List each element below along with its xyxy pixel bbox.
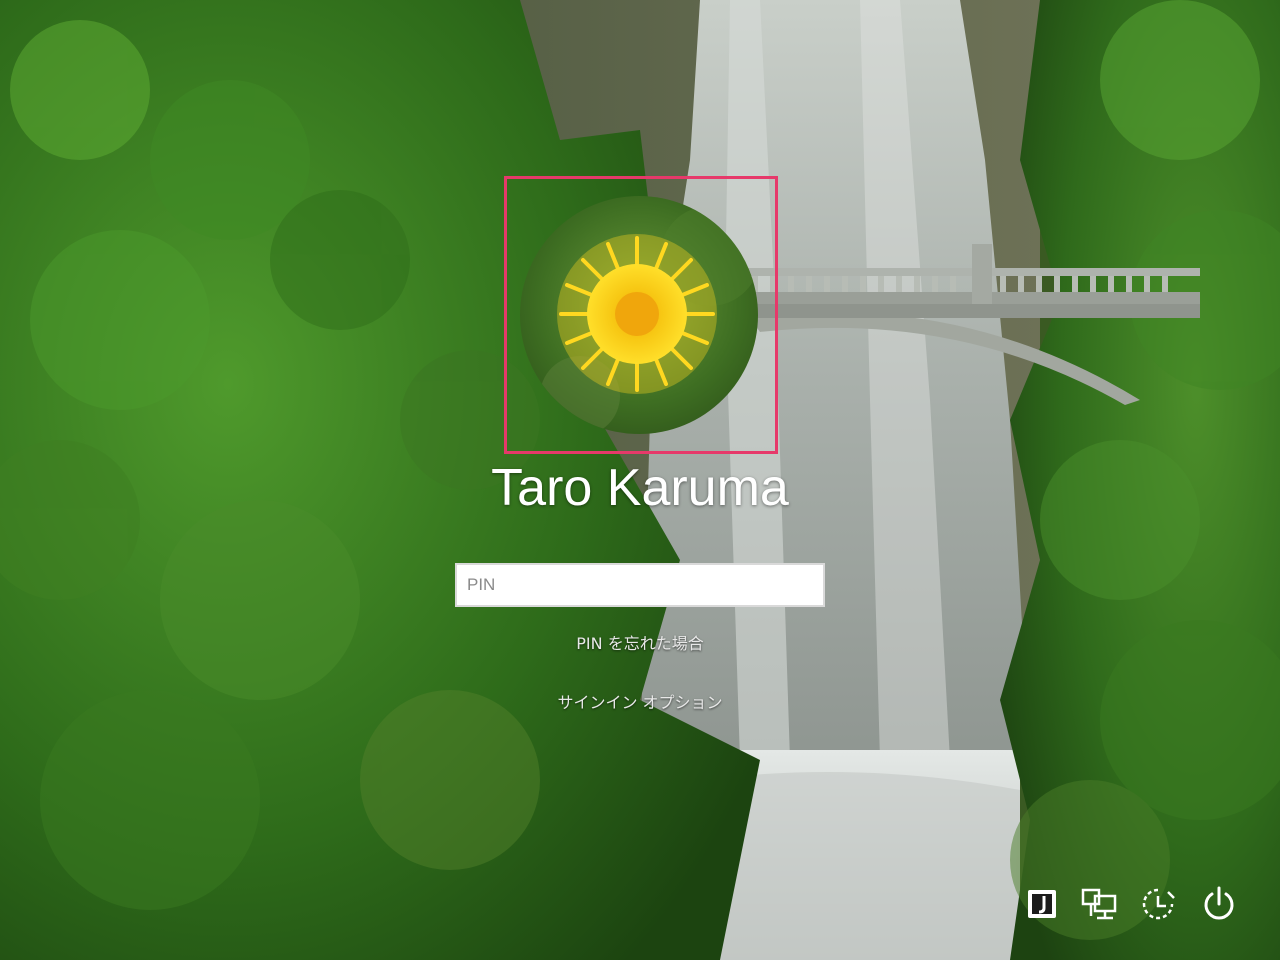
lock-screen: Taro Karuma PIN を忘れた場合 サインイン オプション xyxy=(0,0,1280,960)
signin-options-link[interactable]: サインイン オプション xyxy=(0,689,1280,713)
ime-mode-icon[interactable] xyxy=(1022,884,1062,924)
forgot-pin-link[interactable]: PIN を忘れた場合 xyxy=(0,630,1280,654)
user-name: Taro Karuma xyxy=(491,459,789,517)
avatar xyxy=(520,196,758,434)
pin-field-container[interactable] xyxy=(455,563,825,607)
network-icon[interactable] xyxy=(1079,884,1119,924)
ease-of-access-icon[interactable] xyxy=(1138,884,1178,924)
power-icon[interactable] xyxy=(1199,884,1239,924)
dandelion-photo xyxy=(520,196,758,434)
pin-input[interactable] xyxy=(457,565,823,605)
